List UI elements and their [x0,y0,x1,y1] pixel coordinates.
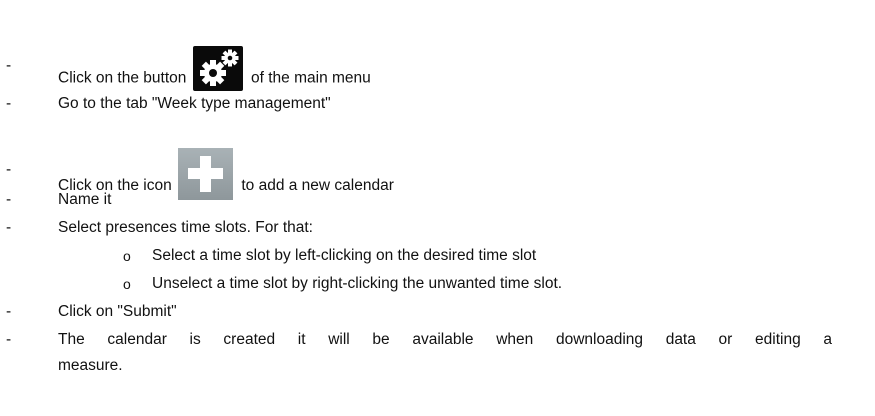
step-text-line2: measure. [58,357,123,374]
step-text-before: Click on the button [58,69,187,87]
step-bullet: - [6,191,12,208]
substep-text: Select a time slot by left-clicking on t… [152,247,537,264]
step-text-after: to add a new calendar [241,177,394,195]
step-text: Select presences time slots. For that: [58,219,313,236]
step-text-after: of the main menu [251,69,371,87]
plus-icon [178,148,234,200]
step-bullet: - [6,57,12,74]
step-bullet: - [6,161,12,178]
substep-text: Unselect a time slot by right-clicking t… [152,275,563,292]
step-bullet: - [6,331,12,348]
step-text: Name it [58,191,112,208]
step-bullet: - [6,95,12,112]
step-text-line1: The calendar is created it will be avail… [58,331,832,348]
step-bullet: - [6,219,12,236]
step-bullet: - [6,303,12,320]
substep-bullet: o [123,276,131,292]
step-text: Click on "Submit" [58,303,177,320]
step-text: Go to the tab "Week type management" [58,95,331,112]
substep-bullet: o [123,248,131,264]
gear-icon [192,46,243,91]
